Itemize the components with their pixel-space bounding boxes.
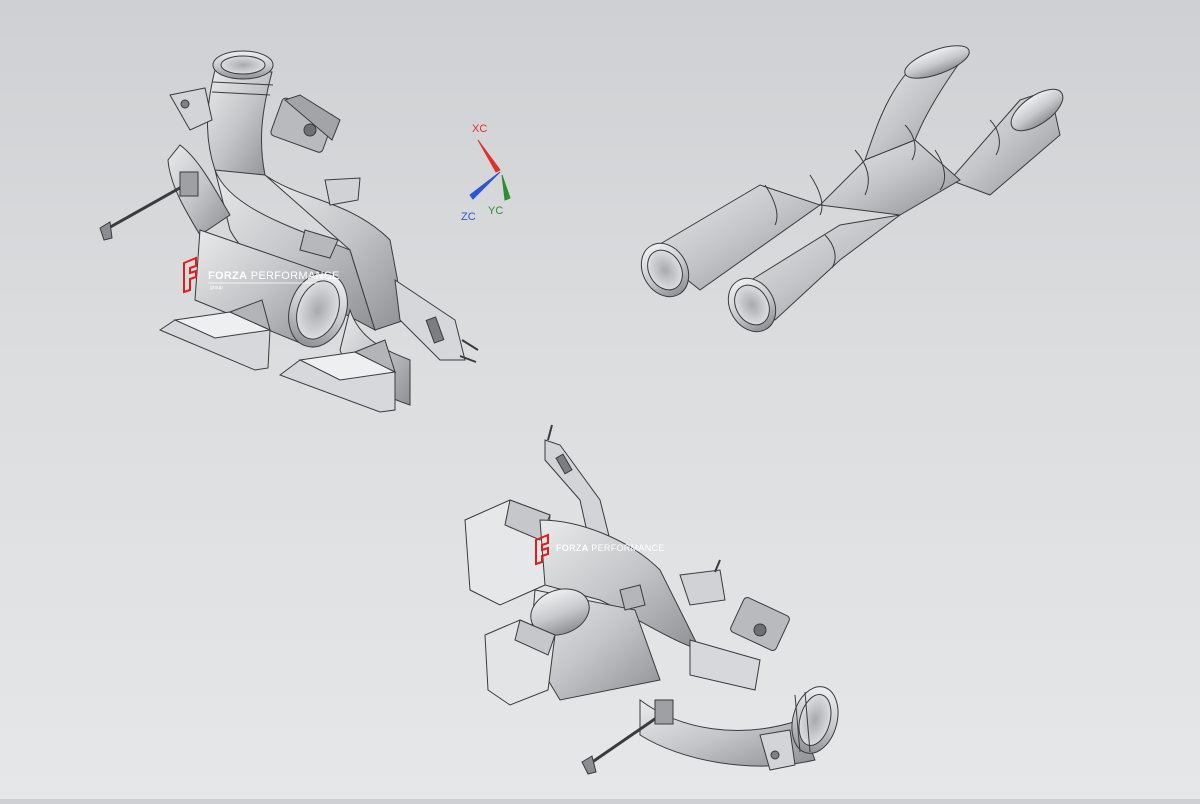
- axis-label-y: YC: [488, 205, 503, 217]
- coordinate-triad: XC YC ZC: [461, 123, 511, 223]
- watermark-brand-bold: FORZA: [208, 270, 247, 282]
- exhaust-tip-left: [158, 299, 272, 371]
- watermark-brand-bold: FORZA: [556, 543, 589, 553]
- axis-label-x: XC: [472, 123, 487, 135]
- svg-text:FORZA PERFORMANCE: FORZA PERFORMANCE: [556, 543, 665, 553]
- watermark-sub: group: [210, 285, 223, 291]
- valve-actuator-top: [270, 94, 341, 153]
- exhaust-assembly-bottom[interactable]: [464, 424, 845, 775]
- exhaust-tip-upper: [464, 499, 551, 606]
- cad-canvas[interactable]: FORZA PERFORMANCE group XC YC ZC FORZA P…: [0, 0, 1200, 799]
- forza-logo-icon: [183, 256, 197, 294]
- exhaust-tip-lower: [484, 619, 556, 706]
- exhaust-assembly-top-left[interactable]: [99, 50, 479, 413]
- axis-label-z: ZC: [461, 211, 476, 223]
- watermark-brand-light: PERFORMANCE: [589, 543, 665, 553]
- valve-actuator-bottom: [730, 597, 790, 651]
- exhaust-tip-right: [278, 339, 397, 413]
- svg-text:FORZA PERFORMANCE: FORZA PERFORMANCE: [208, 270, 340, 282]
- cad-viewport[interactable]: FORZA PERFORMANCE group XC YC ZC FORZA P…: [0, 0, 1200, 799]
- x-pipe-assembly[interactable]: [632, 39, 1070, 340]
- watermark-brand-light: PERFORMANCE: [247, 270, 339, 282]
